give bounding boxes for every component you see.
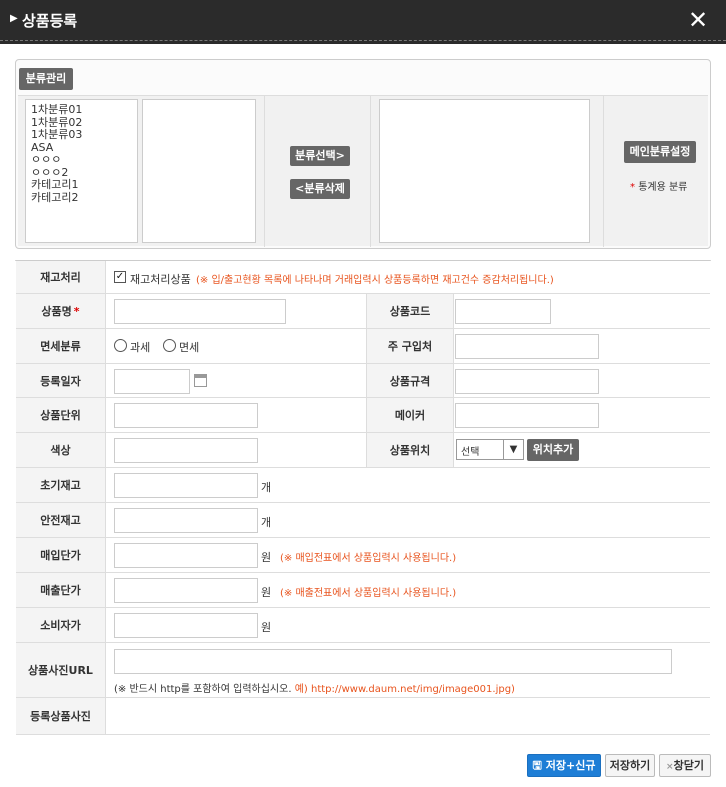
code-label: 상품코드 [366, 294, 454, 328]
code-input[interactable] [455, 299, 551, 324]
consumer-price-label: 소비자가 [16, 608, 106, 642]
form-row-safe-stock: 안전재고 개 [16, 503, 710, 538]
save-button[interactable]: 저장하기 [605, 754, 655, 777]
window-titlebar: ▶ 상품등록 ✕ [0, 0, 726, 44]
form-row-tax: 면세분류 과세 면세 주 구입처 [16, 329, 710, 364]
stock-hint: (※ 입/출고현황 목록에 나타나며 거래입력시 상품등록하면 재고건수 증감처… [196, 275, 554, 286]
init-stock-input[interactable] [114, 473, 258, 498]
category-delete-button[interactable]: <분류삭제 [290, 179, 350, 199]
category-selected-list[interactable] [379, 99, 590, 243]
close-window-button[interactable]: ×창닫기 [659, 754, 711, 777]
save-icon: 🖫 [532, 759, 542, 772]
reg-date-input[interactable] [114, 369, 190, 394]
sell-price-input[interactable] [114, 578, 258, 603]
buy-price-label: 매입단가 [16, 538, 106, 572]
init-stock-unit: 개 [261, 481, 272, 494]
form-row-buy-price: 매입단가 원 (※ 매입전표에서 상품입력시 사용됩니다.) [16, 538, 710, 573]
form-row-stock: 재고처리 ✓ 재고처리상품 (※ 입/출고현황 목록에 나타나며 거래입력시 상… [16, 261, 710, 294]
name-label: 상품명 * [16, 294, 106, 328]
color-input[interactable] [114, 438, 258, 463]
form-row-photo: 등록상품사진 [16, 698, 710, 735]
category-manage-button[interactable]: 분류관리 [19, 68, 73, 90]
safe-stock-input[interactable] [114, 508, 258, 533]
category-list-item[interactable]: 카테고리1 [31, 178, 132, 192]
tax-radio[interactable] [114, 339, 127, 352]
safe-stock-label: 안전재고 [16, 503, 106, 537]
main-category-set-button[interactable]: 메인분류설정 [624, 141, 696, 163]
name-input[interactable] [114, 299, 286, 324]
form-row-sell-price: 매출단가 원 (※ 매출전표에서 상품입력시 사용됩니다.) [16, 573, 710, 608]
photo-url-input[interactable] [114, 649, 672, 674]
purchase-input[interactable] [455, 334, 599, 359]
category-list-item[interactable]: ㅇㅇㅇ [31, 153, 132, 167]
spec-input[interactable] [455, 369, 599, 394]
init-stock-label: 초기재고 [16, 468, 106, 502]
tax-option-label: 과세 [130, 341, 151, 354]
sell-price-hint: (※ 매출전표에서 상품입력시 사용됩니다.) [280, 588, 457, 599]
close-small-icon: × [666, 762, 674, 772]
divider [603, 96, 604, 247]
consumer-price-unit: 원 [261, 621, 272, 634]
buy-price-hint: (※ 매입전표에서 상품입력시 사용됩니다.) [280, 553, 457, 564]
category-select-button[interactable]: 분류선택> [290, 146, 350, 166]
category-list-item[interactable]: 1차분류03 [31, 128, 132, 142]
form-row-consumer-price: 소비자가 원 [16, 608, 710, 643]
category-list-item[interactable]: 카테고리2 [31, 191, 132, 205]
spec-label: 상품규격 [366, 364, 454, 397]
unit-input[interactable] [114, 403, 258, 428]
form-row-photo-url: 상품사진URL (※ 반드시 http를 포함하여 입력하십시오. 예) htt… [16, 643, 710, 698]
stock-checkbox-label: 재고처리상품 [130, 273, 191, 286]
location-select[interactable]: 선택 ▼ [456, 439, 524, 460]
tax-free-radio[interactable] [163, 339, 176, 352]
chevron-down-icon: ▼ [503, 440, 523, 459]
title-arrow-icon: ▶ [10, 13, 18, 24]
category-area: 1차분류01 1차분류02 1차분류03 ASA ㅇㅇㅇ ㅇㅇㅇ2 카테고리1 카테고리2 분… [18, 95, 708, 247]
sell-price-unit: 원 [261, 586, 272, 599]
form-row-date: 등록일자 상품규격 [16, 364, 710, 398]
title-divider [0, 40, 726, 41]
calendar-icon[interactable] [194, 374, 207, 387]
form-row-color: 색상 상품위치 선택 ▼ 위치추가 [16, 433, 710, 468]
category-source-list[interactable]: 1차분류01 1차분류02 1차분류03 ASA ㅇㅇㅇ ㅇㅇㅇ2 카테고리1 카테고리2 [25, 99, 138, 243]
maker-label: 메이커 [366, 398, 454, 432]
stock-label: 재고처리 [16, 261, 106, 293]
reg-date-label: 등록일자 [16, 364, 106, 397]
stat-category-note: * 통계용 분류 [630, 182, 688, 193]
photo-url-label: 상품사진URL [16, 643, 106, 697]
window-title: 상품등록 [22, 12, 78, 30]
photo-url-hint: (※ 반드시 http를 포함하여 입력하십시오. 예) http://www.… [114, 684, 515, 695]
color-label: 색상 [16, 433, 106, 467]
buy-price-unit: 원 [261, 551, 272, 564]
unit-label: 상품단위 [16, 398, 106, 432]
location-add-button[interactable]: 위치추가 [527, 439, 579, 461]
stock-checkbox[interactable]: ✓ [114, 271, 126, 283]
tax-free-option-label: 면세 [179, 341, 200, 354]
product-form: 재고처리 ✓ 재고처리상품 (※ 입/출고현황 목록에 나타나며 거래입력시 상… [15, 260, 711, 735]
category-list-item[interactable]: 1차분류01 [31, 103, 132, 117]
tax-label: 면세분류 [16, 329, 106, 363]
category-panel: 분류관리 1차분류01 1차분류02 1차분류03 ASA ㅇㅇㅇ ㅇㅇㅇ2 카테고리1 카테… [15, 59, 711, 249]
location-label: 상품위치 [366, 433, 454, 467]
divider [264, 96, 265, 247]
form-row-name: 상품명 * 상품코드 [16, 294, 710, 329]
safe-stock-unit: 개 [261, 516, 272, 529]
form-row-unit: 상품단위 메이커 [16, 398, 710, 433]
form-row-init-stock: 초기재고 개 [16, 468, 710, 503]
photo-label: 등록상품사진 [16, 698, 106, 734]
maker-input[interactable] [455, 403, 599, 428]
close-icon[interactable]: ✕ [686, 8, 710, 32]
purchase-label: 주 구입처 [366, 329, 454, 363]
divider [370, 96, 371, 247]
category-sub-list[interactable] [142, 99, 256, 243]
consumer-price-input[interactable] [114, 613, 258, 638]
sell-price-label: 매출단가 [16, 573, 106, 607]
buy-price-input[interactable] [114, 543, 258, 568]
save-new-button[interactable]: 🖫 저장+신규 [527, 754, 601, 777]
